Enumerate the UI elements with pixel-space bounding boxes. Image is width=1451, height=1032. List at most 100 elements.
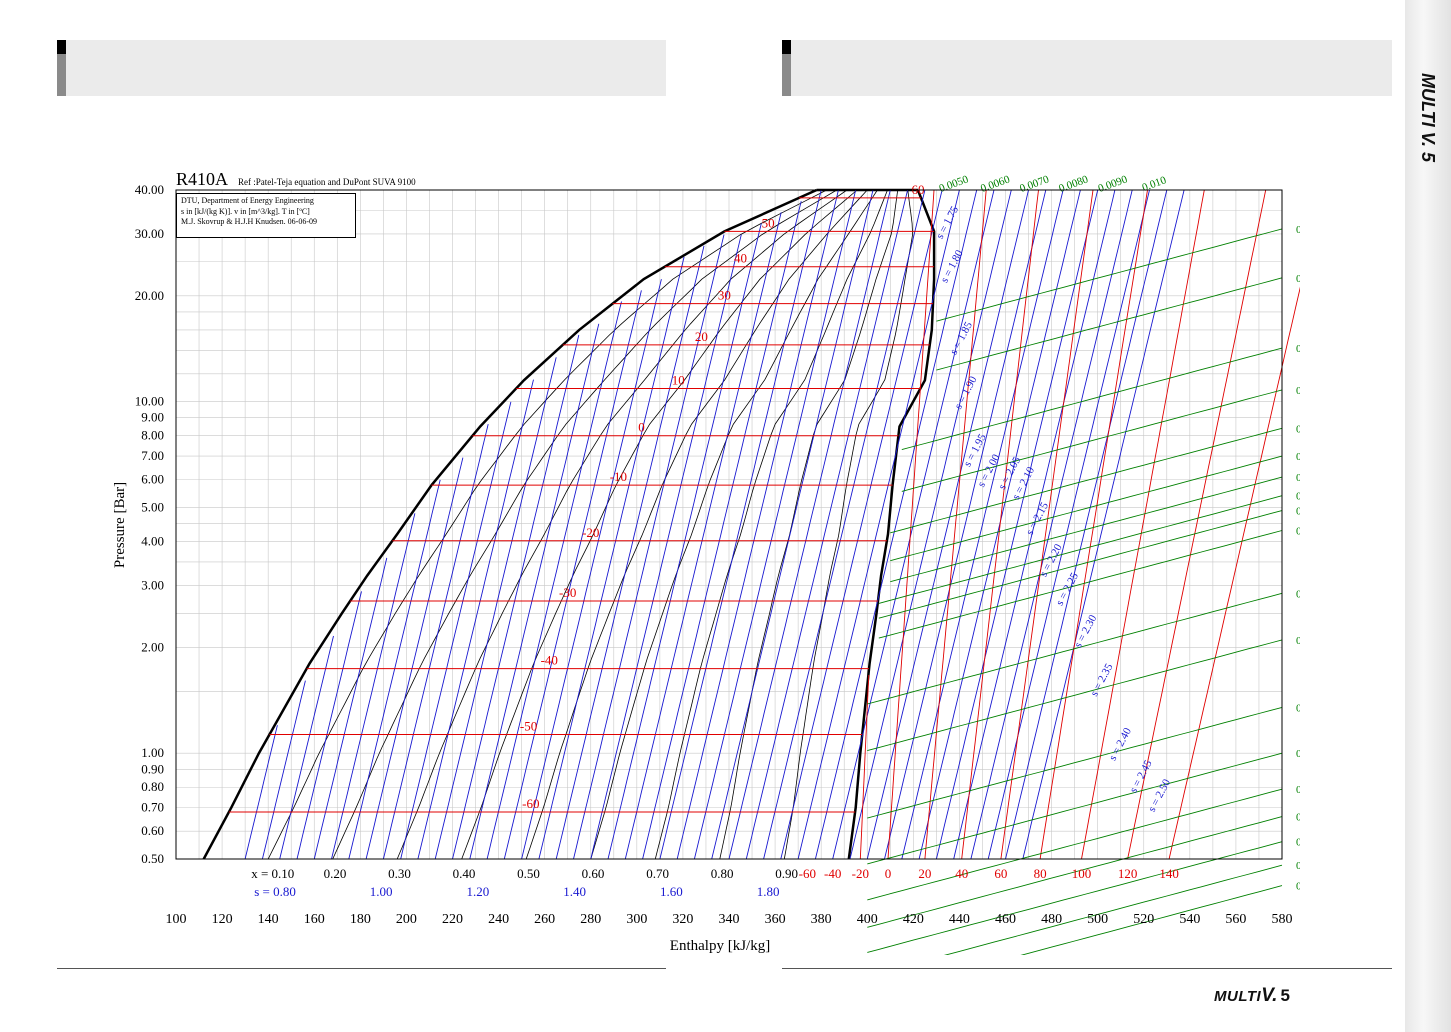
isentrope-line [365,457,464,860]
isochore-right-label: 0.70 [1296,837,1300,849]
y-tick-label: 7.00 [141,448,164,463]
x-tick-label: 480 [1041,912,1062,927]
brand-part-3: 5 [1280,986,1290,1005]
y-tick-label: 0.70 [141,800,164,815]
isochore-right-label: 0.60 [1296,812,1300,824]
x-tick-label: 120 [212,912,233,927]
isochore-right-label: 0.40 [1296,748,1300,760]
entropy-bottom-label: 1.00 [370,884,393,899]
y-tick-label: 3.00 [141,577,164,592]
isochore-line [890,476,1283,583]
isochore-right-label: 0.15 [1296,588,1300,600]
y-tick-label: 0.50 [141,851,164,866]
isochore-line [936,228,1283,322]
y-tick-label: 8.00 [141,428,164,443]
y-tick-label: 0.90 [141,761,164,776]
x-tick-label: 260 [534,912,555,927]
vapor-isotherm-label: 120 [1118,866,1138,881]
isotherm-label: 20 [695,329,708,344]
entropy-bottom-label: 1.20 [466,884,489,899]
isentrope-line [987,189,1150,860]
isochore-right-label: 0.50 [1296,784,1300,796]
x-tick-label: 180 [350,912,371,927]
isentrope-line [382,423,489,860]
isentrope-line [745,189,909,860]
quality-label: 0.90 [775,866,798,881]
isentrope-label: s = 1.80 [939,248,966,285]
y-tick-label: 10.00 [135,394,164,409]
brand-part-1: MULTI [1214,988,1262,1005]
isochore-right-label: 0.040 [1296,385,1300,397]
x-tick-label: 320 [672,912,693,927]
isotherm-label: 40 [734,251,747,266]
quality-label: 0.40 [453,866,476,881]
isentrope-line [590,234,742,860]
isentrope-line [814,189,978,860]
isotherm-label: -30 [559,585,576,600]
x-tick-label: 240 [488,912,509,927]
x-tick-label: 400 [857,912,878,927]
isentrope-label: s = 2.50 [1146,777,1173,814]
y-tick-label: 2.00 [141,639,164,654]
x-tick-label: 500 [1087,912,1108,927]
isochore-top-label: 0.0050 [938,173,971,195]
isotherm-label: -50 [520,719,537,734]
y-tick-label: 40.00 [135,182,164,197]
isotherm-label: 30 [718,288,731,303]
brand-part-2: V. [1261,985,1278,1006]
y-tick-label: 6.00 [141,472,164,487]
x-axis-label: Enthalpy [kJ/kg] [670,938,770,954]
x-tick-label: 280 [580,912,601,927]
chart-subtitle: Ref :Patel-Teja equation and DuPont SUVA… [238,177,416,187]
quality-label: x = 0.10 [251,866,294,881]
isochore-right-label: 0.020 [1296,273,1300,285]
isentrope-line [521,279,662,860]
x-tick-label: 560 [1225,912,1246,927]
right-footer-line [782,968,1392,969]
info-line-3: M.J. Skovrup & H.J.H Knudsen. 06-06-09 [181,217,317,226]
quality-line [267,189,827,860]
isochore-line [878,510,1283,619]
x-tick-label: 460 [995,912,1016,927]
isentrope-line [313,557,388,860]
isentrope-lines [244,189,1185,860]
x-tick-label: 440 [949,912,970,927]
x-tick-label: 220 [442,912,463,927]
side-brand-logo: MULTI V. 5 [1417,72,1438,162]
quality-line [719,189,899,860]
isentrope-line [244,725,278,860]
entropy-bottom-label: 1.40 [563,884,586,899]
vapor-isotherm-label: -60 [799,866,816,881]
isotherm-label: 10 [672,372,685,387]
isotherm-label: -10 [610,469,627,484]
x-tick-label: 360 [765,912,786,927]
isochore-right-label: 0.090 [1296,506,1300,518]
vapor-isotherm-label: 20 [918,866,931,881]
x-tick-label: 140 [258,912,279,927]
info-line-1: DTU, Department of Energy Engineering [181,196,314,205]
vapor-isotherm-label: 0 [885,866,892,881]
isentrope-line [676,189,839,860]
isochore-right-label: 0.90 [1296,881,1300,893]
x-tick-label: 200 [396,912,417,927]
quality-line [590,189,878,860]
isentrope-line [503,290,642,860]
isochore-right-label: 0.070 [1296,472,1300,484]
vapor-isotherm-label: 80 [1034,866,1047,881]
vapor-isotherm-label: -40 [824,866,841,881]
isentrope-line [884,189,1047,860]
vapor-isotherm-line [1127,189,1267,860]
y-tick-label: 0.60 [141,823,164,838]
left-header-accent-top [57,40,66,54]
isochore-top-label: 0.0070 [1018,173,1051,195]
isochore-right-label: 0.30 [1296,702,1300,714]
chart-info-box: DTU, Department of Energy Engineering s … [176,193,356,238]
x-tick-label: 520 [1133,912,1154,927]
isotherm-label: -20 [582,525,599,540]
isentrope-label: s = 2.45 [1128,758,1155,795]
brand-logo: MULTIV. 5 [1214,985,1290,1007]
quality-label: 0.50 [517,866,540,881]
isochore-line [890,455,1283,562]
isochore-line [890,427,1283,534]
quality-label: 0.20 [324,866,347,881]
